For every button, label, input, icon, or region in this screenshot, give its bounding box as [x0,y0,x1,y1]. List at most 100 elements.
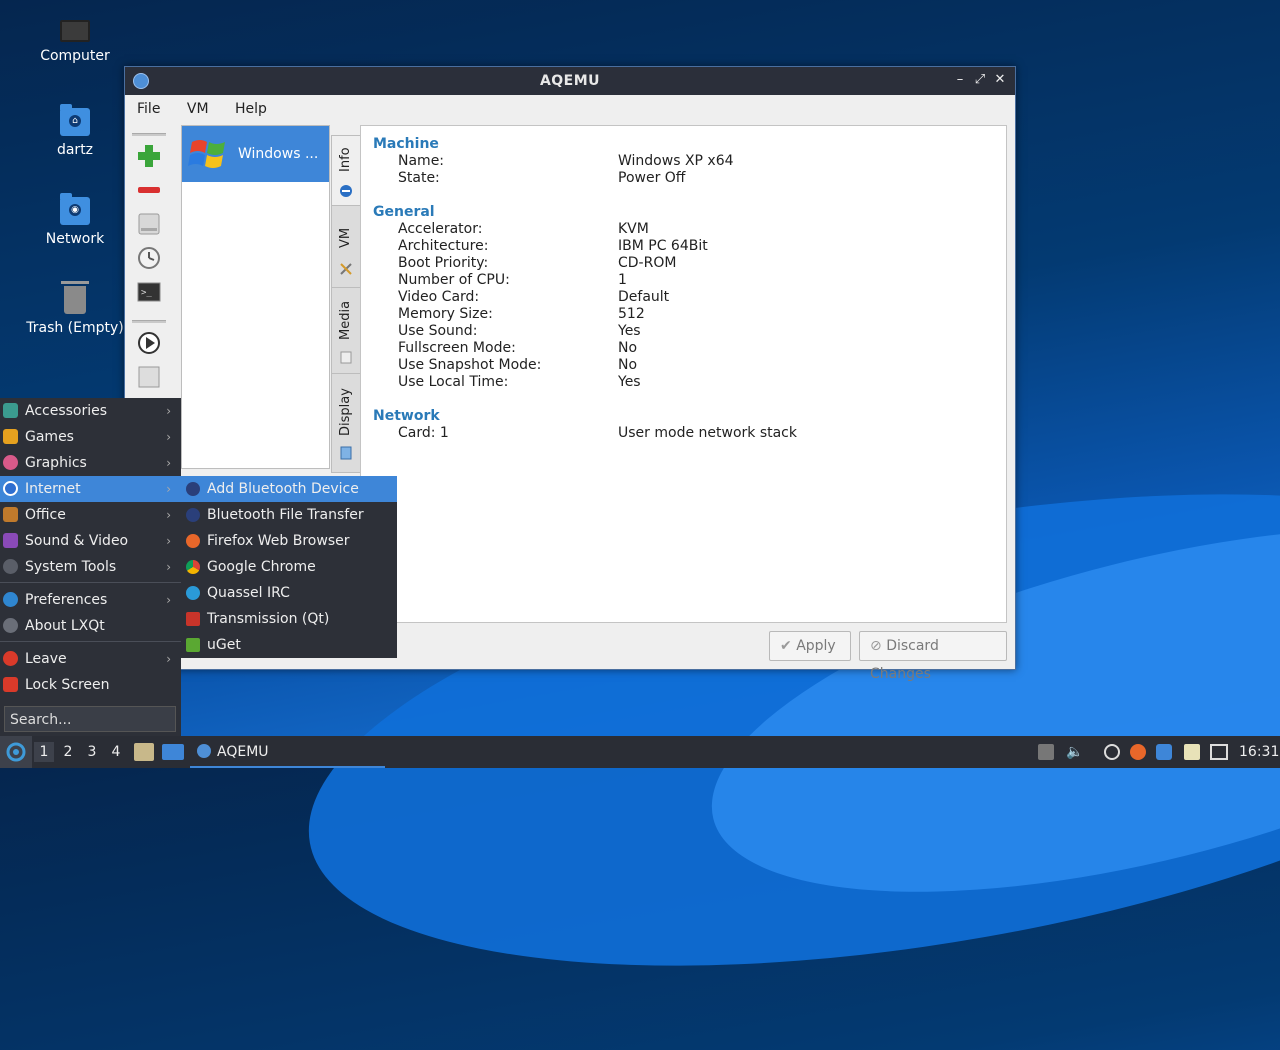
info-label: Use Snapshot Mode: [398,357,542,373]
discard-changes-button[interactable]: ⊘ Discard Changes [859,631,1007,682]
start-vm-button[interactable] [135,329,163,357]
volume-icon[interactable]: 🔈 [1066,744,1083,760]
menu-item-label: Accessories [25,403,108,419]
desktop-icon-label: Trash (Empty) [26,320,124,336]
menu-item-accessories[interactable]: Accessories › [0,398,181,424]
submenu-item-label: Add Bluetooth Device [207,481,359,497]
window-titlebar[interactable]: AQEMU – ⤢ ✕ [125,67,1015,95]
vm-settings-button[interactable] [135,210,163,238]
menu-file[interactable]: File [125,95,170,117]
snapshot-button[interactable] [135,244,163,272]
menu-item-system-tools[interactable]: System Tools › [0,554,181,580]
menu-help[interactable]: Help [223,95,277,117]
delete-vm-button[interactable] [135,176,163,204]
section-network: Network [373,408,440,424]
submenu-item-firefox[interactable]: Firefox Web Browser [181,528,397,554]
menu-search-input[interactable]: Search... [4,706,176,732]
menu-item-graphics[interactable]: Graphics › [0,450,181,476]
notification-icon[interactable] [1156,744,1172,760]
menu-item-label: System Tools [25,559,117,575]
show-desktop-icon[interactable] [162,744,184,760]
vm-tabs: Info VM Media Display [331,125,363,473]
bluetooth-icon [186,482,200,496]
tab-label: Display [338,388,353,436]
file-manager-icon[interactable] [134,743,154,761]
network-tray-icon[interactable] [1210,744,1228,760]
save-state-button[interactable] [135,363,163,391]
desktop-icon-network[interactable]: ◉ Network [20,193,130,247]
desktop-switch-4[interactable]: 4 [106,742,126,762]
windows-logo-icon [188,140,225,168]
info-label: Video Card: [398,289,480,305]
storage-tray-icon[interactable] [1038,744,1054,760]
console-button[interactable]: >_ [135,278,163,306]
info-value: User mode network stack [618,425,797,441]
play-icon [138,332,160,354]
sound-video-icon [3,533,18,548]
menu-item-office[interactable]: Office › [0,502,181,528]
update-tray-icon[interactable] [1130,744,1146,760]
tab-label: VM [338,227,353,248]
chevron-right-icon: › [166,652,171,666]
info-label: Boot Priority: [398,255,489,271]
desktop-icon-label: Computer [40,48,110,64]
close-button[interactable]: ✕ [991,71,1009,89]
internet-icon [3,481,18,496]
menu-item-label: Office [25,507,66,523]
lock-icon [3,677,18,692]
desktop-switch-3[interactable]: 3 [82,742,102,762]
tab-media[interactable]: Media [331,287,363,375]
menu-item-games[interactable]: Games › [0,424,181,450]
menu-item-internet[interactable]: Internet › [0,476,181,502]
submenu-item-chrome[interactable]: Google Chrome [181,554,397,580]
tab-display[interactable]: Display [331,373,363,473]
submenu-item-bluetooth-transfer[interactable]: Bluetooth File Transfer [181,502,397,528]
info-label: Architecture: [398,238,489,254]
start-button[interactable] [0,736,32,768]
info-value: 1 [618,272,627,288]
submenu-item-quassel[interactable]: Quassel IRC [181,580,397,606]
clipboard-icon[interactable] [1184,744,1200,760]
minimize-button[interactable]: – [951,71,969,89]
info-value: Power Off [618,170,686,186]
menu-item-leave[interactable]: Leave › [0,646,181,672]
info-value: CD-ROM [618,255,677,271]
submenu-item-uget[interactable]: uGet [181,632,397,658]
submenu-item-transmission[interactable]: Transmission (Qt) [181,606,397,632]
menu-item-lock-screen[interactable]: Lock Screen [0,672,181,698]
chevron-right-icon: › [166,430,171,444]
submenu-item-add-bluetooth[interactable]: Add Bluetooth Device [181,476,397,502]
vm-list-item[interactable]: Windows ... [182,126,329,182]
desktop-icon-label: dartz [56,142,94,158]
desktop-icon-home[interactable]: ⌂ dartz [20,104,130,158]
desktop-switch-1[interactable]: 1 [34,742,54,762]
menu-item-preferences[interactable]: Preferences › [0,587,181,613]
menu-item-sound-video[interactable]: Sound & Video › [0,528,181,554]
info-label: Memory Size: [398,306,493,322]
clock[interactable]: 16:31 [1239,736,1279,768]
desktop-icon-trash[interactable]: Trash (Empty) [20,281,130,336]
info-label: Accelerator: [398,221,483,237]
taskbar-task-aqemu[interactable]: AQEMU [190,736,385,768]
menu-vm[interactable]: VM [175,95,219,117]
computer-icon [60,20,90,42]
toolbar-separator [132,320,166,323]
chevron-right-icon: › [166,508,171,522]
tab-vm[interactable]: VM [331,205,363,289]
chevron-right-icon: › [166,404,171,418]
svg-text:>_: >_ [141,288,152,298]
maximize-button[interactable]: ⤢ [971,71,989,89]
submenu-item-label: Google Chrome [207,559,316,575]
menu-item-about[interactable]: About LXQt [0,613,181,639]
add-vm-button[interactable] [135,142,163,170]
desktop-switch-2[interactable]: 2 [58,742,78,762]
minus-icon [138,187,160,193]
desktop-icon-computer[interactable]: Computer [20,16,130,64]
games-icon [3,429,18,444]
sync-tray-icon[interactable] [1104,744,1120,760]
apply-button[interactable]: ✔ Apply [769,631,851,661]
info-value: No [618,357,638,373]
tab-info[interactable]: Info [331,135,362,207]
info-value: Windows XP x64 [618,153,734,169]
system-tools-icon [3,559,18,574]
